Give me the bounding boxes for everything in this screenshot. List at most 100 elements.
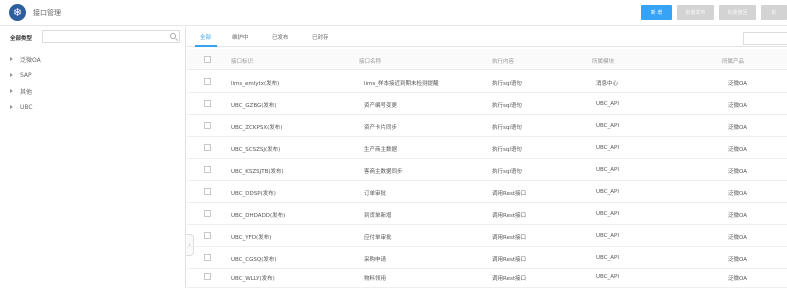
exec-content: 调用Rest接口 [492, 191, 526, 197]
table-row[interactable]: UBC_ZCKPSX(发布) 资产卡片同步 执行sql语句 UBC_API 泛微OA [187, 115, 787, 137]
column-header: 执行内容 [492, 59, 515, 65]
column-header: 接口标识 [231, 59, 254, 65]
interface-id[interactable]: UBC_YFD(发布) [231, 233, 271, 241]
table-row[interactable]: UBC_KSZSJTB(发布) 客商主数据同步 执行sql语句 UBC_API 泛微OA [187, 159, 787, 181]
interface-name: 资产卡片同步 [364, 125, 398, 131]
table-row[interactable]: UBC_DHDADD(发布) 到货单新增 调用Rest接口 UBC_API 泛微OA [187, 203, 787, 225]
module: UBC_API [596, 255, 619, 261]
product: 泛微OA [728, 257, 747, 263]
new-button[interactable]: 新 增 [641, 5, 672, 20]
interface-name: 物料领用 [364, 276, 387, 282]
product: 泛微OA [728, 147, 747, 153]
interface-name: 客商主数据同步 [364, 169, 403, 175]
table-row[interactable]: UBC_YFD(发布) 应付单审批 调用Rest接口 UBC_API 泛微OA [187, 225, 787, 247]
row-checkbox[interactable] [204, 188, 211, 195]
product: 泛微OA [728, 169, 747, 175]
sidebar-title: 全部类型 [10, 36, 33, 42]
row-checkbox[interactable] [204, 100, 211, 107]
column-header: 所属模块 [592, 59, 615, 65]
module: UBC_API [596, 101, 619, 107]
interface-id[interactable]: UBC_KSZSJTB(发布) [231, 167, 284, 175]
module: UBC_API [596, 274, 619, 280]
table-search-input[interactable] [743, 32, 787, 45]
tree-item-sap[interactable]: SAP [10, 70, 32, 80]
module: UBC_API [596, 123, 619, 129]
interface-name: 生产商主数据 [364, 147, 398, 153]
interface-id[interactable]: UBC_SCSZSJ(发布) [231, 145, 280, 153]
search-icon[interactable] [170, 33, 176, 39]
product: 泛微OA [728, 81, 747, 87]
tab-maintaining[interactable]: 维护中 [232, 33, 249, 41]
interface-id[interactable]: UBC_ZCKPSX(发布) [231, 123, 282, 131]
exec-content: 执行sql语句 [492, 169, 522, 175]
select-all-checkbox[interactable] [204, 56, 211, 63]
product: 泛微OA [728, 213, 747, 219]
interface-id[interactable]: UBC_WLLY(发布) [231, 274, 275, 282]
batch-publish-button[interactable]: 批量发布 [677, 5, 714, 20]
caret-right-icon[interactable] [10, 105, 13, 109]
tree-item-oa[interactable]: 泛微OA [10, 54, 41, 64]
table-row[interactable]: UBC_WLLY(发布) 物料领用 调用Rest接口 UBC_API 泛微OA [187, 266, 787, 288]
row-checkbox[interactable] [204, 254, 211, 261]
tree-item-ubc[interactable]: UBC [10, 102, 33, 112]
row-checkbox[interactable] [204, 78, 211, 85]
caret-right-icon[interactable] [10, 73, 13, 77]
module: UBC_API [596, 189, 619, 195]
product: 泛微OA [728, 276, 747, 282]
table-row[interactable]: lims_emlytx(发布) lims_样本接近到期未检测提醒 执行sql语句 消息… [187, 71, 787, 93]
status-tabs: 全部 维护中 已发布 已封存 [187, 27, 787, 47]
module: UBC_API [596, 145, 619, 151]
batch-withdraw-button[interactable]: 批量撤回 [719, 5, 756, 20]
product: 泛微OA [728, 125, 747, 131]
interface-id[interactable]: UBC_CGSQ(发布) [231, 255, 277, 263]
row-checkbox[interactable] [204, 232, 211, 239]
sidebar-search-input[interactable] [42, 30, 180, 43]
tree-item-label: SAP [20, 71, 32, 79]
interface-name: lims_样本接近到期未检测提醒 [364, 81, 439, 87]
interface-name: 到货单新增 [364, 213, 392, 219]
table-header: 接口标识 接口名称 执行内容 所属模块 所属产品 [187, 49, 787, 70]
tab-all[interactable]: 全部 [200, 33, 211, 41]
product: 泛微OA [728, 235, 747, 241]
tree-item-label: 泛微OA [20, 56, 41, 64]
module: UBC_API [596, 233, 619, 239]
batch-more-button[interactable]: 批 [761, 5, 787, 20]
interface-id[interactable]: UBC_GZBG(发布) [231, 101, 277, 109]
interface-name: 应付单审批 [364, 235, 392, 241]
interface-name: 采购申请 [364, 257, 387, 263]
row-checkbox[interactable] [204, 122, 211, 129]
interface-name: 订单审批 [364, 191, 387, 197]
table-row[interactable]: UBC_SCSZSJ(发布) 生产商主数据 执行sql语句 UBC_API 泛微OA [187, 137, 787, 159]
row-checkbox[interactable] [204, 166, 211, 173]
row-checkbox[interactable] [204, 273, 211, 280]
caret-right-icon[interactable] [10, 89, 13, 93]
table-row[interactable]: UBC_DDSP(发布) 订单审批 调用Rest接口 UBC_API 泛微OA [187, 181, 787, 203]
exec-content: 调用Rest接口 [492, 213, 526, 219]
exec-content: 执行sql语句 [492, 147, 522, 153]
exec-content: 执行sql语句 [492, 103, 522, 109]
interface-id[interactable]: UBC_DDSP(发布) [231, 189, 276, 197]
interface-name: 资产编号变更 [364, 103, 398, 109]
tab-published[interactable]: 已发布 [272, 33, 289, 41]
active-tab-underline [195, 45, 217, 47]
category-sidebar: 全部类型 泛微OA SAP 其他 UBC [0, 27, 186, 288]
column-header: 接口名称 [359, 59, 382, 65]
row-checkbox[interactable] [204, 144, 211, 151]
tab-archived[interactable]: 已封存 [312, 33, 329, 41]
tree-item-label: UBC [20, 103, 33, 111]
tree-item-label: 其他 [20, 88, 33, 96]
tree-item-other[interactable]: 其他 [10, 86, 32, 96]
exec-content: 执行sql语句 [492, 81, 522, 87]
exec-content: 调用Rest接口 [492, 257, 526, 263]
interface-id[interactable]: lims_emlytx(发布) [231, 79, 279, 87]
caret-right-icon[interactable] [10, 57, 13, 61]
top-header: ❄ 接口管理 新 增 批量发布 批量撤回 批 [0, 0, 787, 26]
table-row[interactable]: UBC_GZBG(发布) 资产编号变更 执行sql语句 UBC_API 泛微OA [187, 93, 787, 115]
module: UBC_API [596, 211, 619, 217]
row-checkbox[interactable] [204, 210, 211, 217]
exec-content: 执行sql语句 [492, 125, 522, 131]
column-header: 所属产品 [722, 59, 745, 65]
interface-id[interactable]: UBC_DHDADD(发布) [231, 211, 285, 219]
product: 泛微OA [728, 103, 747, 109]
product: 泛微OA [728, 191, 747, 197]
